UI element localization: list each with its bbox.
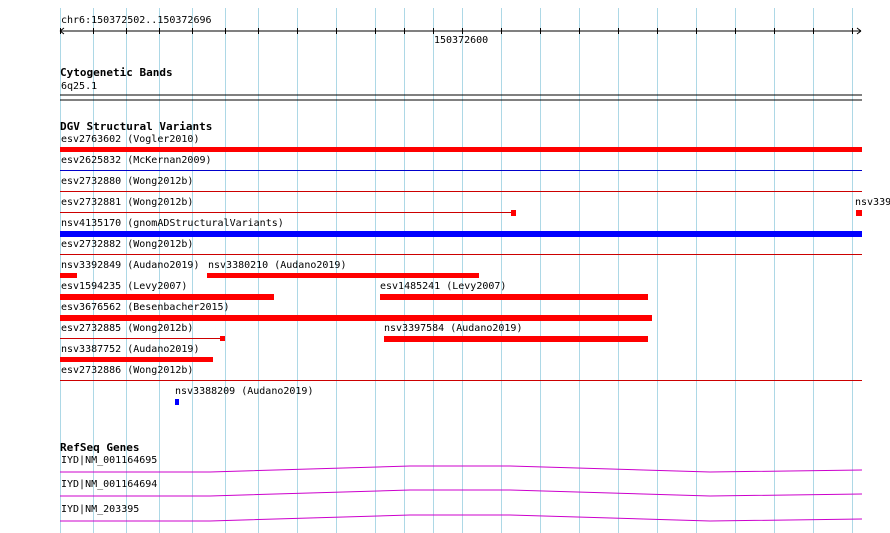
feature-nsv3397584[interactable] [384, 336, 648, 342]
feature-nsv3387752[interactable] [60, 357, 213, 362]
feature-nsv339[interactable] [856, 210, 862, 216]
feature-esv1594235[interactable] [60, 294, 274, 300]
feature-esv2732881-end[interactable] [511, 210, 516, 216]
feature-nsv4135170[interactable] [60, 231, 862, 237]
gene-IYD-NM_001164694[interactable] [60, 489, 863, 497]
feature-esv3676562[interactable] [60, 315, 652, 321]
gene-label[interactable]: IYD|NM_203395 [61, 504, 139, 515]
feature-esv2625832[interactable] [60, 170, 862, 171]
gene-label[interactable]: IYD|NM_001164694 [61, 479, 157, 490]
feature-esv2732886[interactable] [60, 380, 862, 381]
feature-label[interactable]: esv1485241 (Levy2007) [380, 281, 506, 292]
feature-label[interactable]: esv2732885 (Wong2012b) [61, 323, 193, 334]
feature-nsv3392849[interactable] [60, 273, 77, 278]
feature-nsv3380210[interactable] [207, 273, 479, 278]
track-title-cytogenetic-bands: Cytogenetic Bands [60, 66, 173, 79]
cytoband-label: 6q25.1 [61, 81, 98, 92]
ruler[interactable] [59, 27, 862, 35]
location-label: chr6:150372502..150372696 [61, 15, 212, 26]
feature-label[interactable]: nsv339 [855, 197, 890, 208]
gene-IYD-NM_203395[interactable] [60, 514, 863, 522]
genome-browser-panel[interactable]: chr6:150372502..150372696 150372600 Cyto… [0, 0, 890, 533]
feature-label[interactable]: esv2732880 (Wong2012b) [61, 176, 193, 187]
feature-esv2732882[interactable] [60, 254, 862, 255]
ruler-tick-label: 150372600 [434, 35, 489, 46]
feature-label[interactable]: esv2732881 (Wong2012b) [61, 197, 193, 208]
feature-label[interactable]: esv2625832 (McKernan2009) [61, 155, 212, 166]
track-title-refseq-genes: RefSeq Genes [60, 441, 140, 454]
feature-label[interactable]: nsv3387752 (Audano2019) [61, 344, 199, 355]
feature-esv2732885-end[interactable] [220, 336, 225, 341]
feature-label[interactable]: esv2763602 (Vogler2010) [61, 134, 199, 145]
feature-label[interactable]: esv1594235 (Levy2007) [61, 281, 187, 292]
feature-label[interactable]: nsv3397584 (Audano2019) [384, 323, 522, 334]
feature-label[interactable]: nsv3392849 (Audano2019) [61, 260, 199, 271]
feature-label[interactable]: nsv3380210 (Audano2019) [208, 260, 346, 271]
feature-label[interactable]: nsv3388209 (Audano2019) [175, 386, 313, 397]
gene-IYD-NM_001164695[interactable] [60, 465, 863, 473]
feature-label[interactable]: esv3676562 (Besenbacher2015) [61, 302, 230, 313]
gene-label[interactable]: IYD|NM_001164695 [61, 455, 157, 466]
feature-esv2763602[interactable] [60, 147, 862, 152]
feature-label[interactable]: esv2732882 (Wong2012b) [61, 239, 193, 250]
feature-nsv3388209[interactable] [175, 399, 179, 405]
track-title-dgv: DGV Structural Variants [60, 120, 213, 133]
feature-esv2732881[interactable] [60, 212, 511, 213]
feature-esv2732885[interactable] [60, 338, 220, 339]
feature-esv1485241[interactable] [380, 294, 648, 300]
feature-label[interactable]: nsv4135170 (gnomADStructuralVariants) [61, 218, 284, 229]
feature-esv2732880[interactable] [60, 191, 862, 192]
feature-label[interactable]: esv2732886 (Wong2012b) [61, 365, 193, 376]
